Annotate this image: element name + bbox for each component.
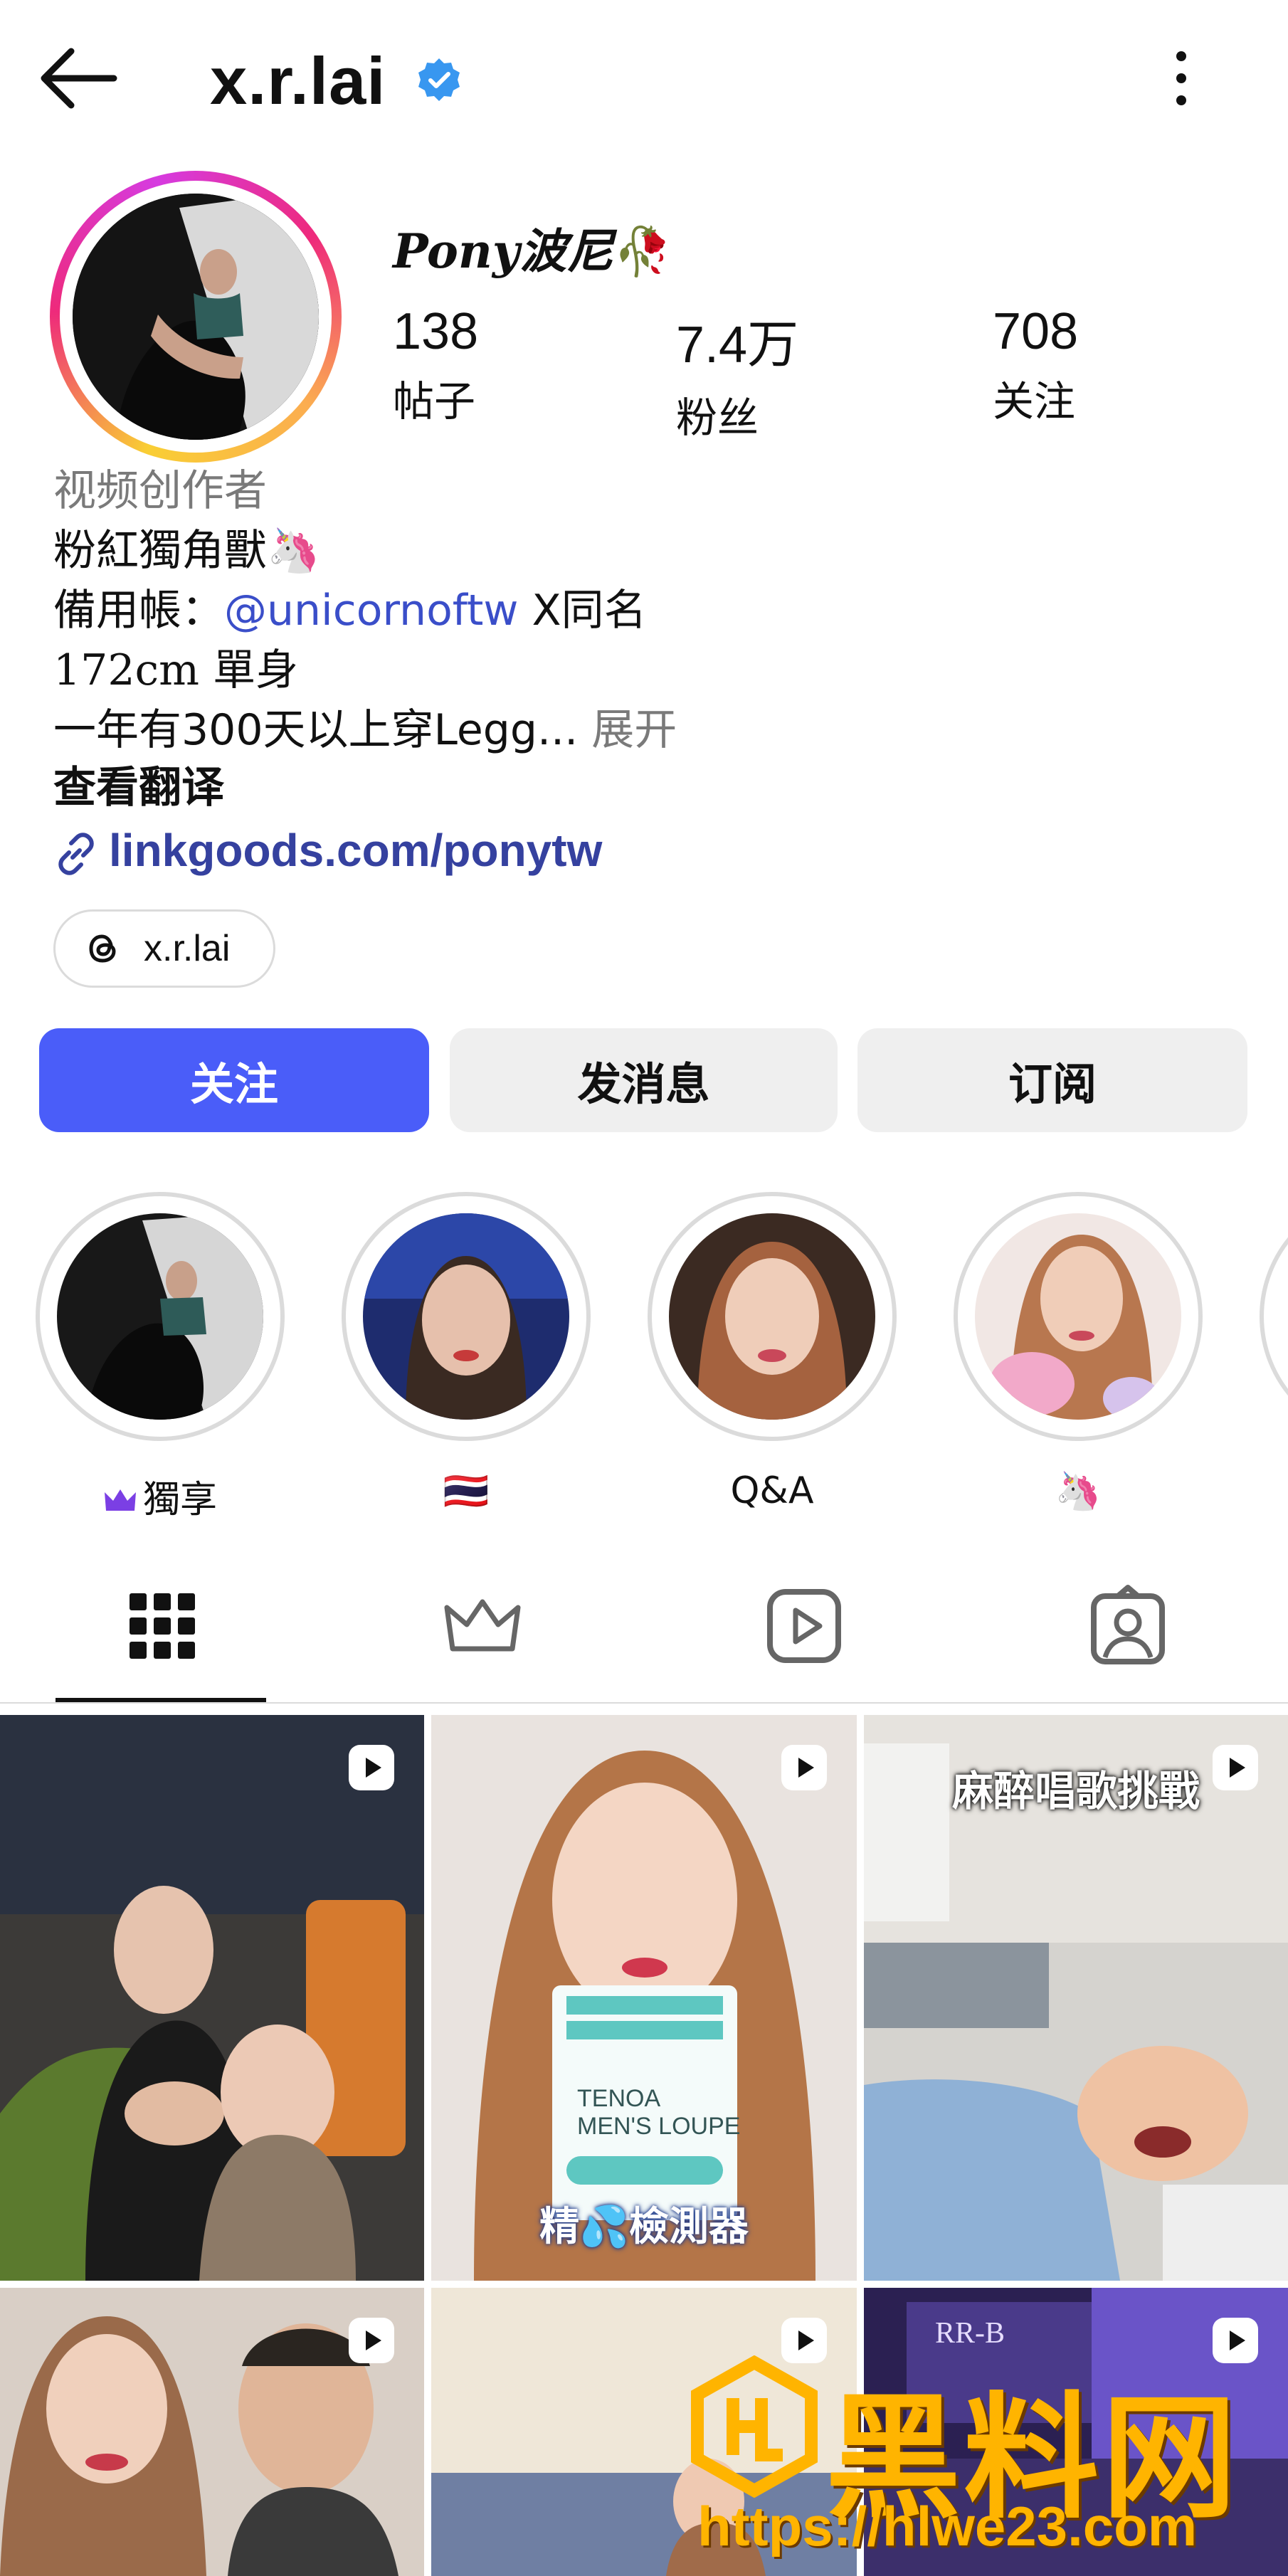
top-bar: x.r.lai (0, 0, 1288, 157)
highlight-caption: 🇹🇭 (443, 1470, 490, 1513)
mention-link[interactable]: @unicornoftw (224, 586, 518, 635)
bio-line: 備用帳：@unicornoftw X同名 (53, 586, 647, 635)
profile-username: x.r.lai (210, 43, 386, 118)
link-icon (58, 833, 94, 875)
stat-value: 138 (393, 303, 479, 360)
threads-profile-chip[interactable]: x.r.lai (53, 909, 275, 988)
stat-label: 帖子 (393, 377, 476, 426)
grid-post[interactable] (0, 2288, 424, 2576)
highlight-caption: 獨享 (36, 1469, 285, 1521)
watermark-logo-icon (691, 2355, 818, 2498)
watermark: 黑料网 https://hlwe23.com (683, 2348, 1288, 2576)
subscribe-button[interactable]: 订阅 (857, 1028, 1247, 1132)
highlight-cover (669, 1213, 875, 1420)
story-highlight-partial[interactable] (1260, 1192, 1288, 1441)
post-sign-text: RR-B (935, 2317, 1005, 2350)
divider (0, 1702, 1288, 1704)
more-vertical-icon[interactable] (1160, 46, 1203, 110)
grid-post[interactable] (0, 1715, 424, 2281)
watermark-url: https://hlwe23.com (697, 2495, 1198, 2557)
story-highlight[interactable]: Q&A (648, 1192, 897, 1519)
post-caption: 精💦檢測器 (539, 2204, 749, 2250)
profile-category: 视频创作者 (53, 466, 267, 516)
arrow-left-icon[interactable] (36, 43, 121, 114)
expand-bio-link[interactable]: 展开 (578, 705, 677, 755)
crown-icon (104, 1489, 136, 1511)
highlight-cover (363, 1213, 569, 1420)
story-highlight[interactable]: 獨享 (36, 1192, 285, 1521)
display-name: Pony波尼🥀 (393, 223, 672, 279)
bio-line: 一年有300天以上穿Legg... 展开 (53, 705, 677, 755)
stat-value: 7.4万 (676, 317, 799, 374)
verified-badge-icon (418, 58, 460, 101)
reel-badge-icon (349, 2318, 394, 2363)
reel-badge-icon (349, 1745, 394, 1790)
avatar-photo (73, 194, 319, 440)
threads-icon (89, 934, 116, 963)
external-link[interactable]: linkgoods.com/ponytw (53, 824, 602, 877)
highlight-caption: Q&A (730, 1469, 814, 1512)
following-count[interactable]: 708 关注 (993, 302, 1078, 428)
followers-count[interactable]: 7.4万 粉丝 (676, 302, 798, 444)
highlight-cover (975, 1213, 1181, 1420)
threads-handle: x.r.lai (144, 928, 231, 969)
bio-line: 172cm 單身 (53, 645, 299, 695)
grid-post[interactable]: TENOA MEN'S LOUPE 精💦檢測器 (431, 1715, 857, 2281)
stat-label: 粉丝 (676, 394, 759, 442)
highlight-cover (57, 1213, 263, 1420)
bio-line: 粉紅獨角獸🦄 (53, 526, 320, 576)
reels-icon[interactable] (761, 1583, 847, 1669)
reel-badge-icon (781, 1745, 827, 1790)
story-highlight[interactable]: 🇹🇭 (342, 1192, 591, 1519)
tagged-person-icon[interactable] (1085, 1583, 1171, 1669)
grid-icon[interactable] (120, 1583, 205, 1669)
follow-button[interactable]: 关注 (39, 1028, 429, 1132)
stat-value: 708 (993, 303, 1079, 360)
highlight-caption: 🦄 (1055, 1470, 1102, 1513)
see-translation-link[interactable]: 查看翻译 (53, 753, 224, 815)
reel-badge-icon (1213, 1745, 1258, 1790)
posts-count[interactable]: 138 帖子 (393, 302, 478, 428)
profile-avatar[interactable] (50, 171, 342, 463)
crown-icon[interactable] (440, 1583, 525, 1669)
message-button[interactable]: 发消息 (450, 1028, 838, 1132)
product-label: TENOA MEN'S LOUPE (577, 2085, 741, 2140)
story-highlight[interactable]: 🦄 (954, 1192, 1203, 1519)
grid-post[interactable]: 麻醉唱歌挑戰 (864, 1715, 1288, 2281)
stat-label: 关注 (993, 377, 1076, 426)
